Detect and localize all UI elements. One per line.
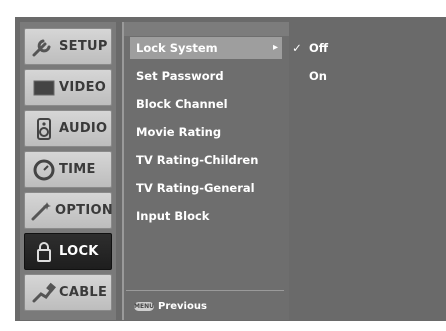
cable-plug-icon xyxy=(29,279,59,307)
menu-item-label: Lock System xyxy=(136,41,218,55)
menu-item-label: Input Block xyxy=(136,209,210,223)
category-label: VIDEO xyxy=(59,80,107,95)
menu-item-tv-rating-general[interactable]: TV Rating-General xyxy=(130,177,282,199)
padlock-icon xyxy=(29,238,59,266)
category-label: AUDIO xyxy=(59,121,108,136)
category-label: TIME xyxy=(59,162,96,177)
category-video[interactable]: VIDEO xyxy=(24,69,112,106)
speaker-icon xyxy=(29,115,59,143)
menu-item-movie-rating[interactable]: Movie Rating xyxy=(130,121,282,143)
menu-item-block-channel[interactable]: Block Channel xyxy=(130,93,282,115)
footer-divider xyxy=(126,290,284,291)
wrench-icon xyxy=(29,33,59,61)
option-on[interactable]: On xyxy=(289,65,327,87)
wand-icon xyxy=(29,197,55,225)
category-option[interactable]: OPTION xyxy=(24,192,114,229)
category-label: SETUP xyxy=(59,39,108,54)
category-audio[interactable]: AUDIO xyxy=(24,110,112,147)
arrow-right-icon: ▸ xyxy=(272,42,278,53)
menu-item-input-block[interactable]: Input Block xyxy=(130,205,282,227)
menu-key-icon: MENU xyxy=(134,301,154,311)
tv-screen-icon xyxy=(29,74,59,102)
menu-item-label: Movie Rating xyxy=(136,125,222,139)
menu-item-label: Set Password xyxy=(136,69,224,83)
checkmark-icon: ✓ xyxy=(292,41,302,55)
category-lock[interactable]: LOCK xyxy=(24,233,112,270)
category-time[interactable]: TIME xyxy=(24,151,112,188)
category-setup[interactable]: SETUP xyxy=(24,28,112,65)
option-label: Off xyxy=(309,41,329,55)
category-label: OPTION xyxy=(55,203,114,218)
category-label: LOCK xyxy=(59,244,99,259)
menu-item-lock-system[interactable]: Lock System ▸ xyxy=(130,37,282,59)
menu-item-label: Block Channel xyxy=(136,97,228,111)
option-off[interactable]: ✓ Off xyxy=(289,37,328,59)
previous-hint[interactable]: MENU Previous xyxy=(134,298,207,314)
menu-item-tv-rating-children[interactable]: TV Rating-Children xyxy=(130,149,282,171)
clock-icon xyxy=(29,156,59,184)
previous-label: Previous xyxy=(158,300,207,312)
option-label: On xyxy=(309,69,327,83)
menu-item-label: TV Rating-General xyxy=(136,181,255,195)
menu-item-label: TV Rating-Children xyxy=(136,153,259,167)
menu-item-set-password[interactable]: Set Password xyxy=(130,65,282,87)
category-label: CABLE xyxy=(59,285,108,300)
option-panel: ✓ Off On xyxy=(289,22,446,320)
lock-submenu: Lock System ▸ Set Password Block Channel… xyxy=(122,22,289,320)
category-cable[interactable]: CABLE xyxy=(24,274,112,311)
category-sidebar: SETUP VIDEO AUDIO TIME OPTION LOCK CABLE xyxy=(20,22,116,320)
menu-header-bar xyxy=(124,22,289,36)
